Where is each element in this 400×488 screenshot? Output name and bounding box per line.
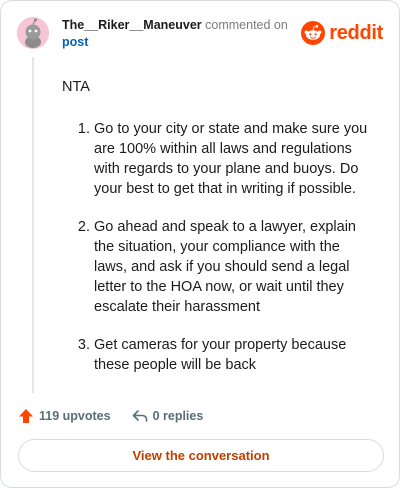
comment-list: Go to your city or state and make sure y… (62, 119, 372, 375)
comment-intro: NTA (62, 79, 90, 95)
upvote-count: 119 upvotes (39, 409, 111, 423)
snoo-avatar-icon (17, 17, 49, 49)
commented-on-text: commented on (205, 18, 288, 32)
avatar[interactable] (17, 17, 49, 49)
comment-header: The__Riker__Maneuver commented on post (62, 17, 302, 51)
view-conversation-button[interactable]: View the conversation (18, 439, 384, 472)
username[interactable]: The__Riker__Maneuver (62, 18, 202, 32)
reddit-logo-icon (301, 21, 326, 45)
reply-arrow-icon (132, 410, 147, 422)
list-item: Go ahead and speak to a lawyer, explain … (94, 217, 372, 317)
comment-actions: 119 upvotes 0 replies (18, 405, 203, 427)
embedded-comment-card: The__Riker__Maneuver commented on post r… (0, 0, 400, 488)
thread-line (32, 57, 34, 393)
list-item: Get cameras for your property because th… (94, 335, 372, 375)
post-link[interactable]: post (62, 34, 302, 51)
reply-button[interactable]: 0 replies (132, 408, 204, 424)
reply-count: 0 replies (152, 409, 204, 423)
upvote-button[interactable]: 119 upvotes (18, 408, 111, 424)
reddit-wordmark: reddit (329, 21, 383, 44)
list-item: Go to your city or state and make sure y… (94, 119, 372, 199)
comment-body: NTA Go to your city or state and make su… (62, 77, 372, 393)
upvote-arrow-icon (19, 409, 33, 423)
reddit-brand[interactable]: reddit (301, 20, 383, 46)
